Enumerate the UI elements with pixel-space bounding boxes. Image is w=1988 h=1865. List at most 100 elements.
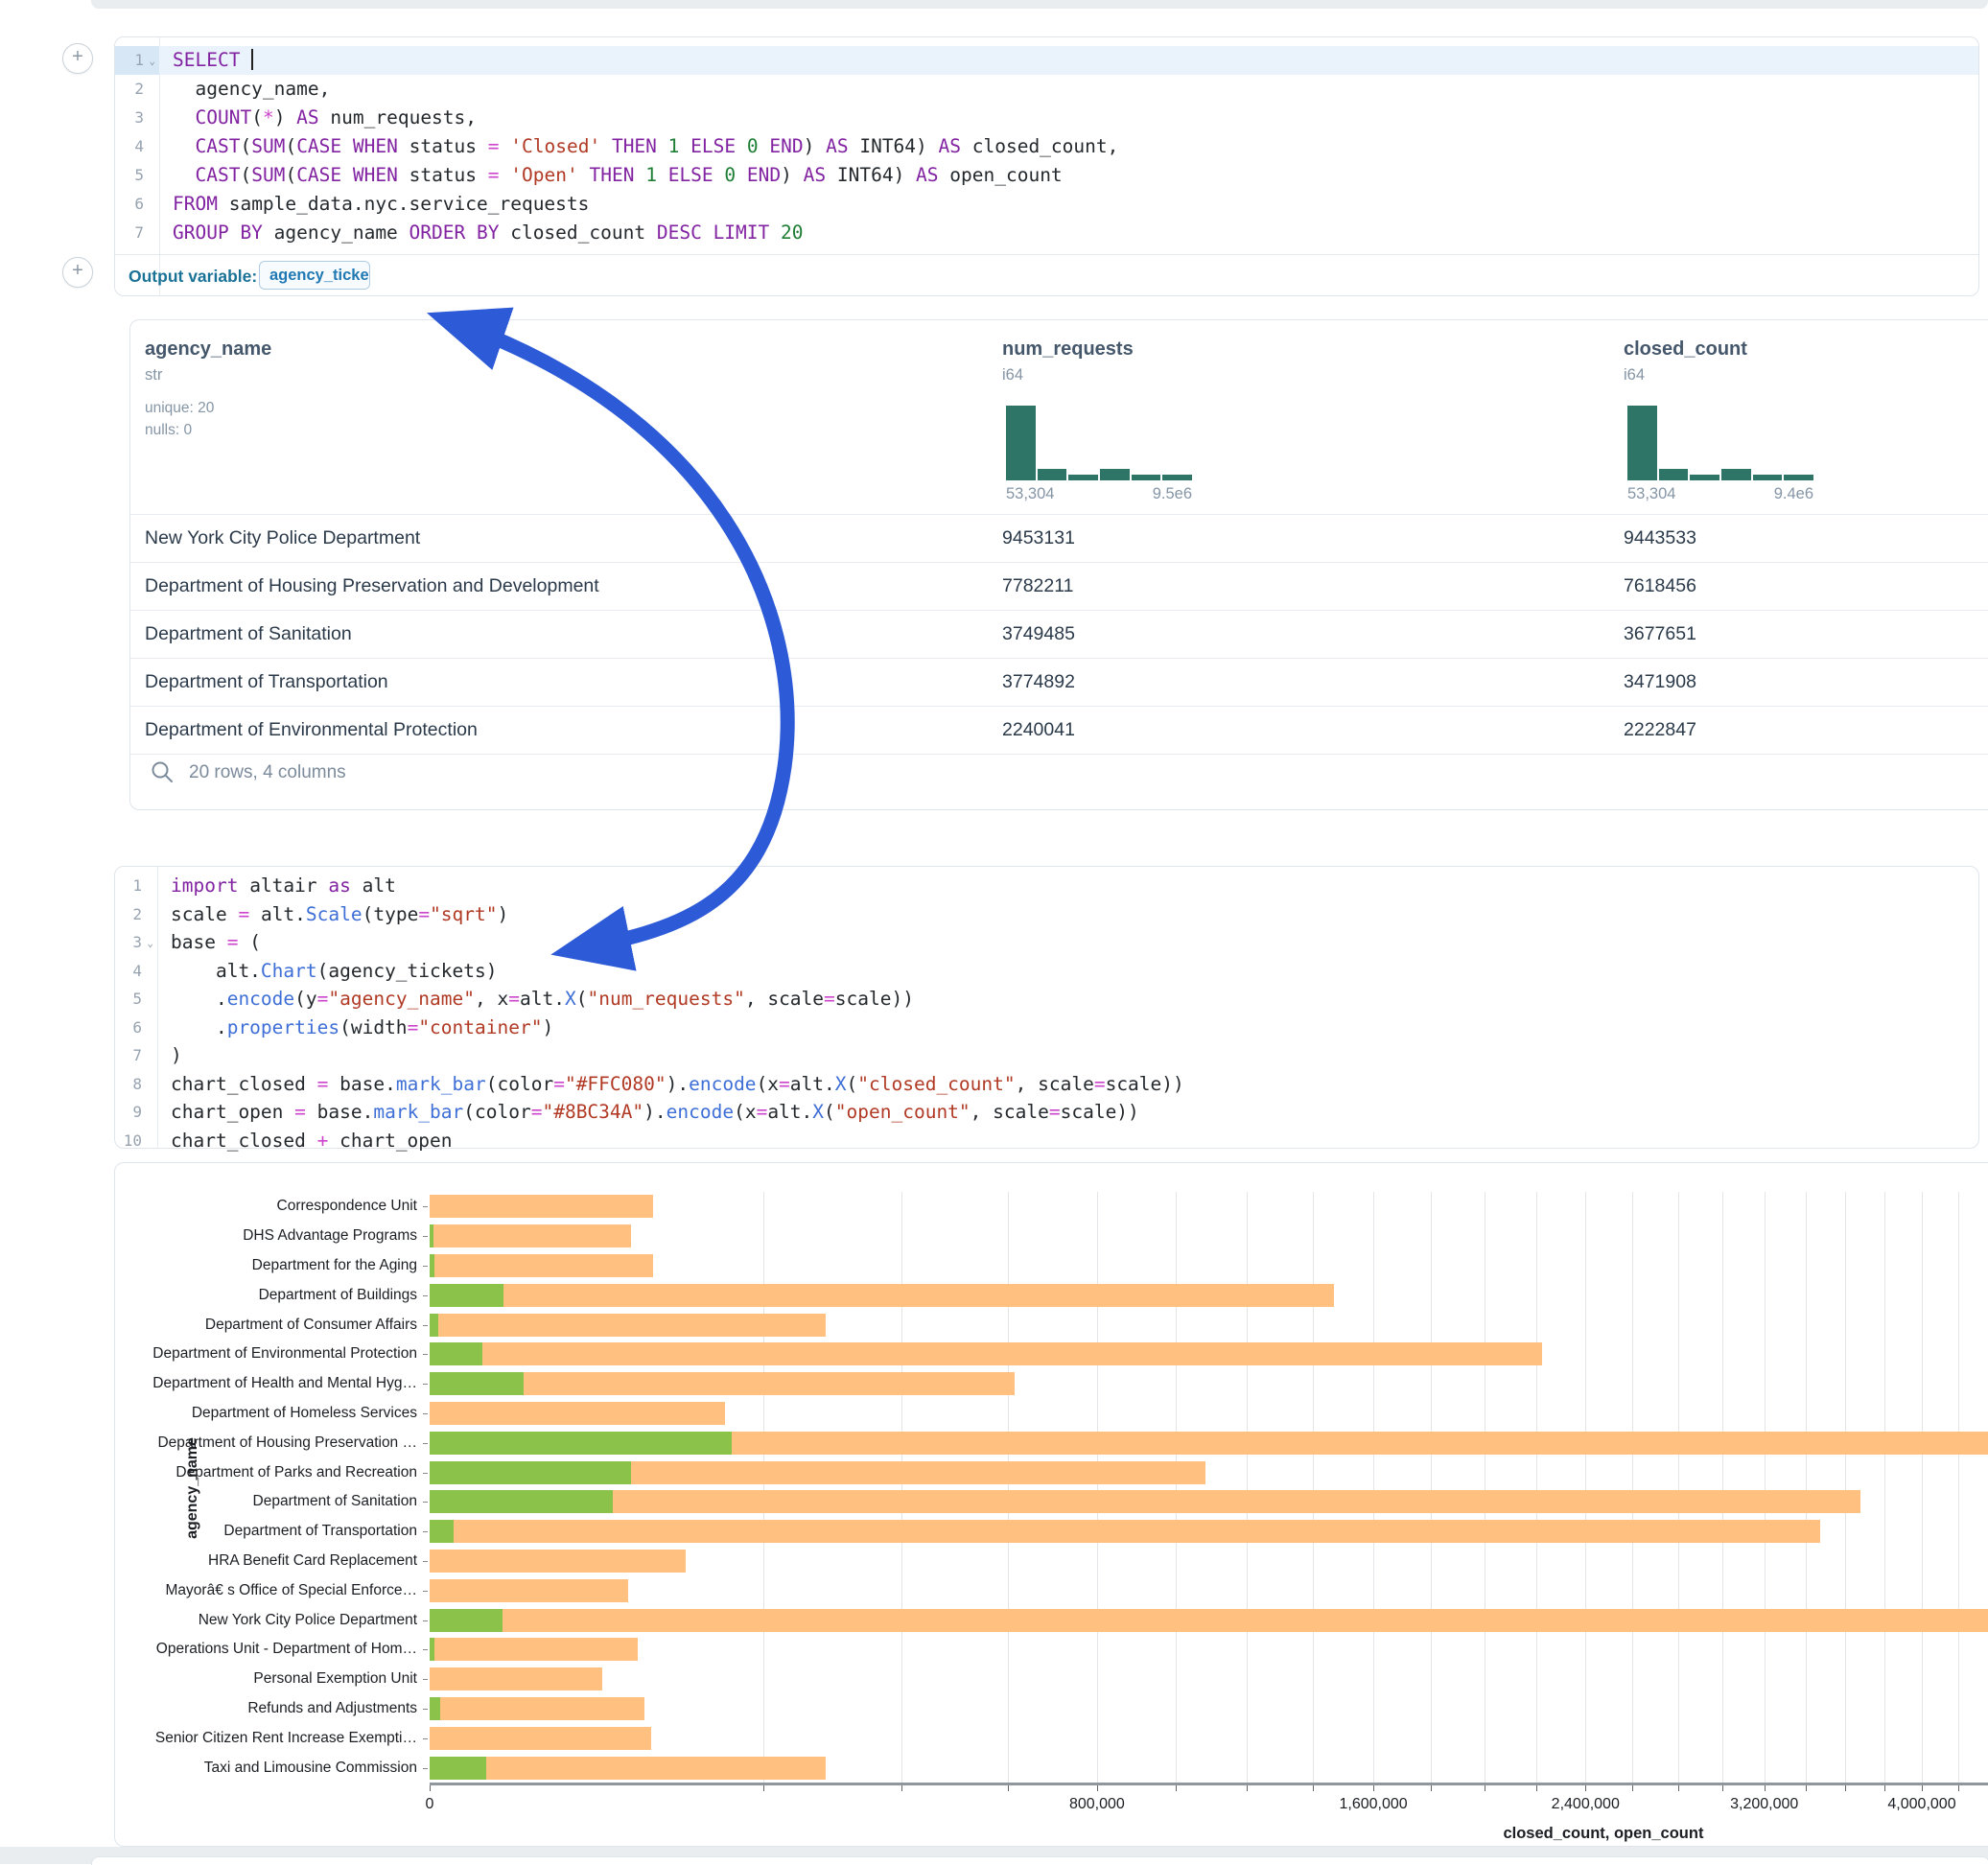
bar-open [430,1757,486,1780]
gridline [1313,1192,1314,1783]
y-axis-label: HRA Benefit Card Replacement [115,1552,417,1570]
code-line: 4 alt.Chart(agency_tickets) [115,957,1978,986]
y-axis-label: Department for the Aging [115,1257,417,1274]
line-number: 5 [115,985,157,1014]
gridline [1585,1192,1586,1783]
add-cell-button-output[interactable]: + [62,257,93,288]
histogram-max-label: 9.4e6 [1774,485,1813,503]
table-cell: 3471908 [1624,671,1696,693]
bar-open [430,1638,434,1661]
bar-closed [430,1402,725,1425]
bar-closed [430,1254,653,1277]
text-cursor [251,49,253,70]
gridline [1008,1192,1009,1783]
bar-closed [430,1757,826,1780]
code-line: 6 .properties(width="container") [115,1014,1978,1042]
histogram-min-label: 53,304 [1627,485,1675,503]
bar-closed [430,1550,686,1573]
bar-open [430,1284,503,1307]
y-axis-tick [423,1413,428,1414]
y-axis-tick [423,1354,428,1355]
x-axis-tick-label: 3,200,000 [1730,1796,1798,1813]
y-axis-tick [423,1266,428,1267]
x-axis-tick [901,1784,902,1791]
histogram-min-label: 53,304 [1006,485,1054,503]
table-cell: Department of Housing Preservation and D… [145,575,599,597]
line-number: 3⌄ [115,928,157,957]
y-axis-tick [423,1679,428,1680]
bar-open [430,1490,613,1513]
bar-open [430,1372,524,1395]
line-number: 4 [115,132,159,161]
line-number: 2 [115,900,157,929]
bar-open [430,1697,440,1720]
bar-open [430,1254,434,1277]
gridline [1845,1192,1846,1783]
y-axis-label: Department of Parks and Recreation [115,1464,417,1481]
x-axis-tick [1373,1784,1374,1791]
output-variable-chip[interactable]: agency_tickets [259,261,370,290]
histogram-bar [1068,475,1098,480]
code-line: 8chart_closed = base.mark_bar(color="#FF… [115,1070,1978,1099]
x-axis-tick [1176,1784,1177,1791]
sql-code-editor[interactable]: 1⌄SELECT 2 agency_name,3 COUNT(*) AS num… [115,46,1978,247]
column-null-count: nulls: 0 [145,422,271,439]
x-axis-tick-label: 800,000 [1069,1796,1125,1813]
code-line: 7GROUP BY agency_name ORDER BY closed_co… [115,219,1978,247]
code-line: 7) [115,1041,1978,1070]
bar-chart: 0800,0001,600,0002,400,0003,200,0004,000… [115,1163,1988,1846]
y-axis-label: Taxi and Limousine Commission [115,1760,417,1777]
table-cell: 2240041 [1002,719,1075,741]
x-axis-tick [763,1784,764,1791]
collapse-chevron-icon[interactable]: ⌄ [149,47,155,76]
y-axis-tick [423,1206,428,1207]
line-number: 5 [115,161,159,190]
gridline [1958,1192,1959,1783]
y-axis-tick [423,1473,428,1474]
column-header-agency-name[interactable]: agency_name str unique: 20 nulls: 0 [145,338,271,439]
x-axis-tick-label: 0 [426,1796,434,1813]
y-axis-label: Senior Citizen Rent Increase Exempti… [115,1730,417,1747]
line-number: 6 [115,190,159,219]
column-name: num_requests [1002,338,1134,361]
y-axis-label: Department of Sanitation [115,1493,417,1510]
output-variable-label: Output variable: [129,267,257,287]
table-cell: Department of Transportation [145,671,388,693]
bar-closed [430,1609,1988,1632]
column-header-num-requests[interactable]: num_requests i64 [1002,338,1134,385]
y-axis-tick [423,1649,428,1650]
gridline [1431,1192,1432,1783]
collapse-chevron-icon[interactable]: ⌄ [147,929,153,958]
y-axis-label: Department of Environmental Protection [115,1345,417,1363]
y-axis-label: DHS Advantage Programs [115,1227,417,1245]
x-axis-tick [1884,1784,1885,1791]
histogram-bar [1162,475,1192,480]
table-row: Department of Environmental Protection22… [130,707,1988,755]
x-axis-tick [1585,1784,1586,1791]
line-number: 1⌄ [115,46,159,75]
gridline [901,1192,902,1783]
column-header-closed-count[interactable]: closed_count i64 [1624,338,1747,385]
y-axis-tick [423,1591,428,1592]
gridline [1632,1192,1633,1783]
line-number: 9 [115,1098,157,1127]
column-name: agency_name [145,338,271,361]
column-type: str [145,366,271,385]
sql-cell: 1⌄SELECT 2 agency_name,3 COUNT(*) AS num… [114,36,1979,296]
x-axis-tick-label: 1,600,000 [1340,1796,1408,1813]
x-axis-tick [1632,1784,1633,1791]
search-icon[interactable] [150,759,175,784]
line-number: 2 [115,75,159,104]
x-axis-tick [1922,1784,1923,1791]
gridline [1247,1192,1248,1783]
y-axis-label: Department of Consumer Affairs [115,1317,417,1334]
histogram-bar [1006,406,1036,480]
table-cell: 7782211 [1002,575,1073,597]
column-type: i64 [1002,366,1134,385]
add-cell-button-top[interactable]: + [62,43,93,74]
python-code-editor[interactable]: 1import altair as alt2scale = alt.Scale(… [115,872,1978,1154]
bar-open [430,1314,438,1337]
gridline [1678,1192,1679,1783]
line-number: 8 [115,1070,157,1099]
table-cell: 9443533 [1624,527,1696,549]
